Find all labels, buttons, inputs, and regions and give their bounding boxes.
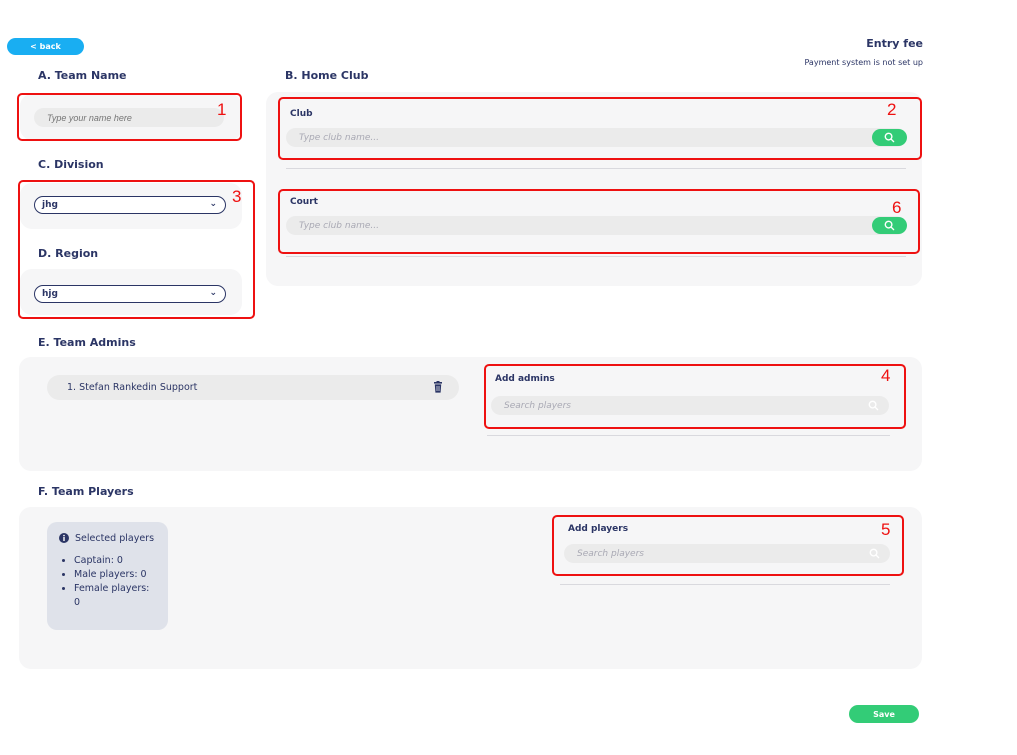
annotation-box-4 <box>484 364 906 429</box>
division-title: C. Division <box>38 158 104 171</box>
annotation-number-5: 5 <box>881 520 891 539</box>
annotation-box-6 <box>278 189 920 254</box>
annotation-box-3 <box>18 180 255 319</box>
annotation-box-1 <box>17 93 242 141</box>
payment-status-note: Payment system is not set up <box>804 58 923 67</box>
admin-list-item: 1. Stefan Rankedin Support <box>47 375 459 400</box>
annotation-number-4: 4 <box>881 366 891 385</box>
captain-count: Captain: 0 <box>74 554 156 568</box>
back-button[interactable]: < back <box>7 38 84 55</box>
admin-name: 1. Stefan Rankedin Support <box>67 382 198 393</box>
players-divider <box>560 584 890 585</box>
club-divider <box>286 168 906 169</box>
info-icon <box>59 533 69 543</box>
annotation-number-6: 6 <box>892 198 902 217</box>
selected-players-title: Selected players <box>75 533 155 544</box>
team-admins-title: E. Team Admins <box>38 336 136 349</box>
entry-fee-title: Entry fee <box>866 37 923 50</box>
trash-icon[interactable] <box>433 381 443 396</box>
selected-players-summary: Selected players Captain: 0 Male players… <box>47 522 168 630</box>
female-players-count: Female players: 0 <box>74 582 156 610</box>
annotation-box-2 <box>278 97 922 160</box>
save-button[interactable]: Save <box>849 705 919 723</box>
court-divider <box>286 256 906 257</box>
home-club-title: B. Home Club <box>285 69 369 82</box>
male-players-count: Male players: 0 <box>74 568 156 582</box>
annotation-number-3: 3 <box>232 187 242 206</box>
team-name-title: A. Team Name <box>38 69 127 82</box>
annotation-number-2: 2 <box>887 100 897 119</box>
admins-divider <box>487 435 890 436</box>
team-players-title: F. Team Players <box>38 485 134 498</box>
player-stats-list: Captain: 0 Male players: 0 Female player… <box>59 554 156 610</box>
annotation-number-1: 1 <box>217 100 227 119</box>
annotation-box-5 <box>552 515 904 576</box>
